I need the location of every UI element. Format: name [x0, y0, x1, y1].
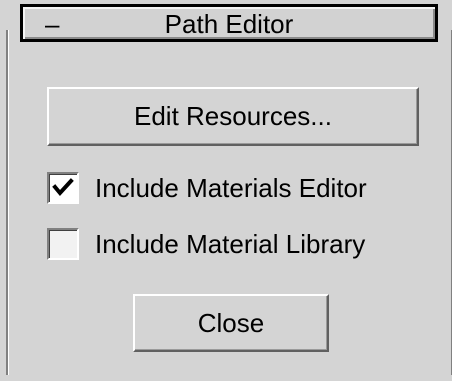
- edit-resources-button[interactable]: Edit Resources...: [47, 87, 419, 146]
- rollout-header[interactable]: – Path Editor: [20, 4, 438, 42]
- include-material-library-checkbox[interactable]: [47, 228, 79, 260]
- include-materials-editor-checkbox[interactable]: [47, 172, 79, 204]
- checkmark-icon: [52, 178, 74, 197]
- close-button[interactable]: Close: [133, 294, 329, 352]
- rollout-title: Path Editor: [164, 9, 294, 39]
- include-material-library-label: Include Material Library: [95, 229, 366, 259]
- include-materials-editor-label: Include Materials Editor: [95, 173, 367, 203]
